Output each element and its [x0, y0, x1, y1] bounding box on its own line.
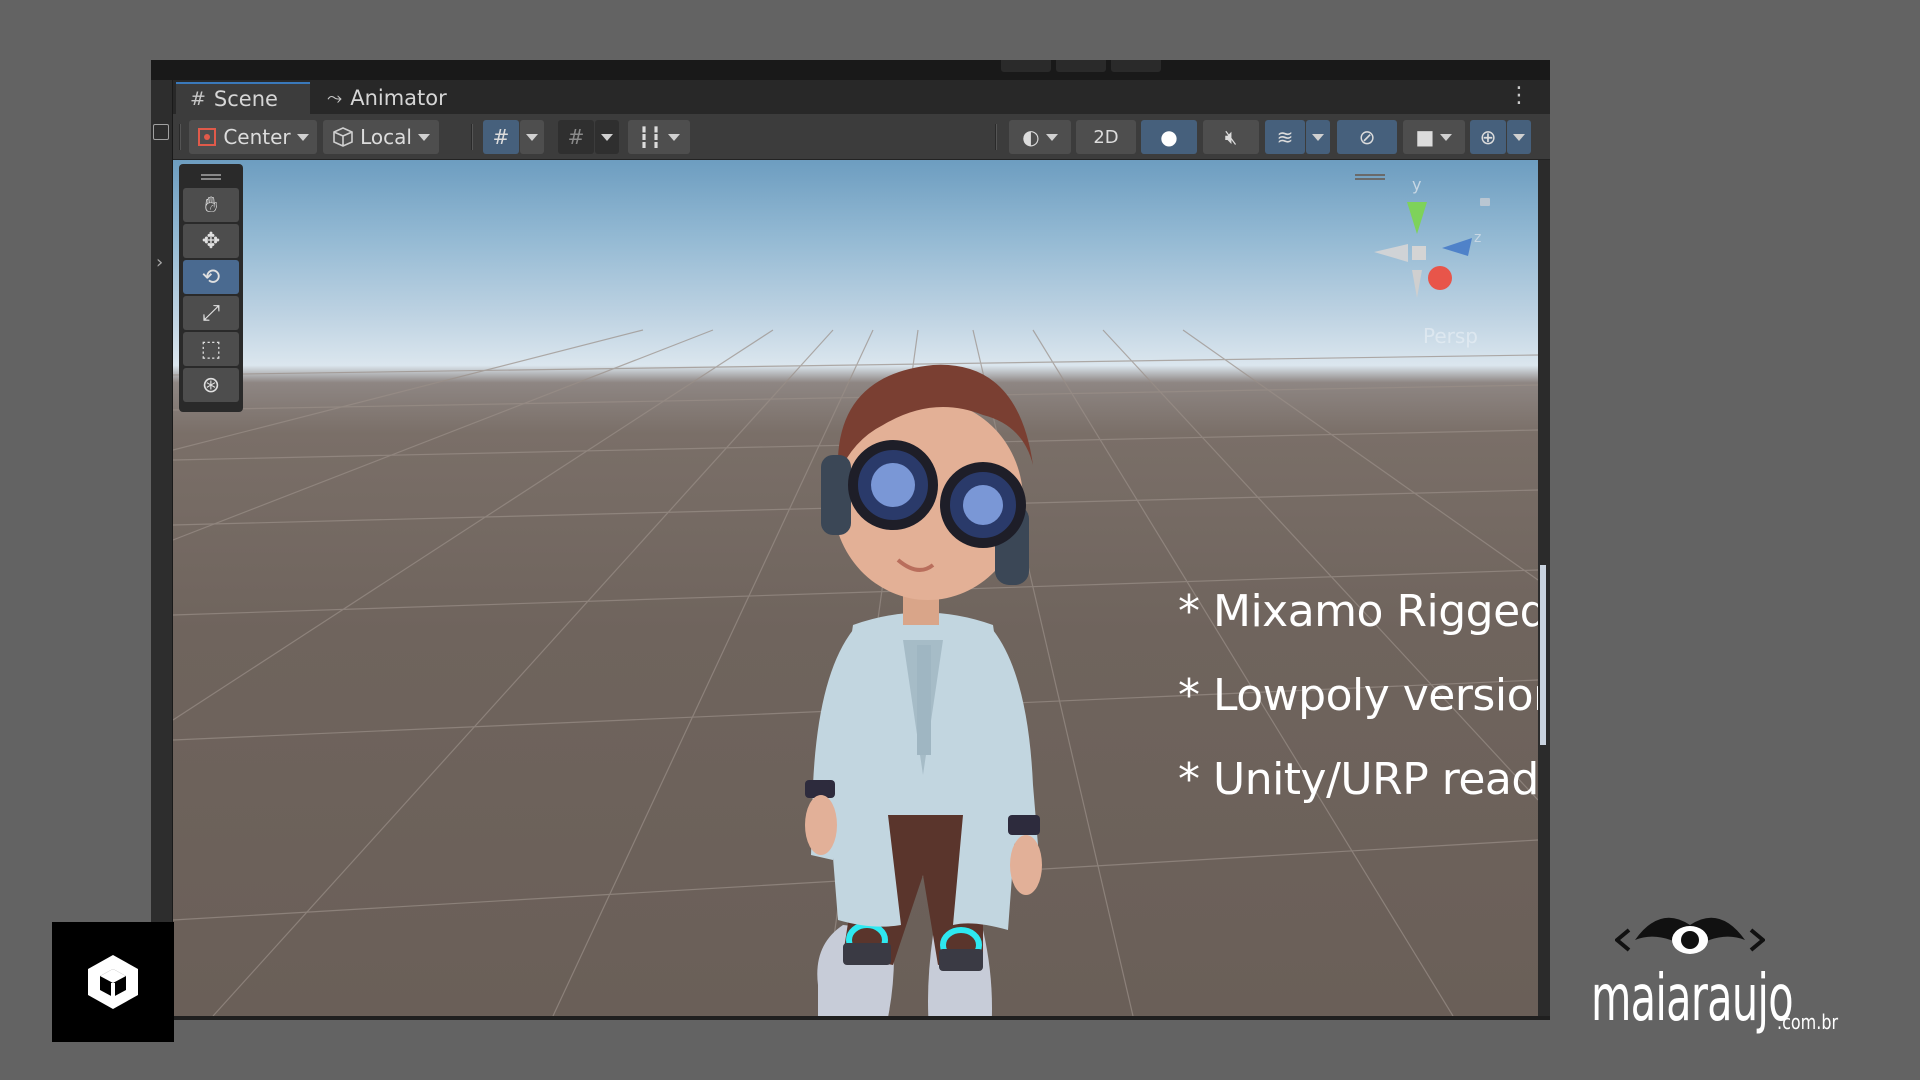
tab-scene[interactable]: # Scene [176, 82, 310, 114]
grid-snap-dropdown[interactable] [520, 120, 544, 154]
light-bulb-icon: ● [1160, 125, 1178, 149]
chevron-down-icon [1440, 133, 1453, 141]
rect-tool-icon[interactable]: ⬚ [183, 332, 239, 366]
chevron-down-icon [668, 133, 681, 141]
chevron-down-icon [526, 133, 538, 141]
tab-label: Animator [350, 86, 447, 110]
layers-icon: ≋ [1276, 125, 1294, 149]
camera-icon: ■ [1415, 125, 1435, 149]
scene-toolbar: Center Local # # ┇┇ ◐ 2D ● 🔇︎ ≋ ⊘ ■ ⊕ [173, 114, 1550, 160]
gizmos-dropdown[interactable] [1507, 120, 1531, 154]
feature-item: * Unity/URP ready [1178, 754, 1538, 805]
left-rail: › [151, 80, 173, 1020]
ruler-icon: ┇┇ [637, 125, 663, 149]
bat-mark-icon [1615, 917, 1765, 954]
gizmo-y-neg-cone[interactable] [1412, 270, 1422, 298]
tab-bar: # Scene ⤳ Animator ⋮ [173, 80, 1550, 114]
camera-projection-label[interactable]: Persp [1423, 324, 1478, 348]
toolbar-separator [471, 124, 473, 150]
transform-tool-icon[interactable]: ⊛ [183, 368, 239, 402]
move-tool-icon[interactable]: ✥ [183, 224, 239, 258]
space-dropdown[interactable]: Local [323, 120, 439, 154]
unity-logo [52, 922, 174, 1042]
chevron-down-icon [601, 133, 613, 141]
brand-logo: maiaraujo .com.br [1585, 900, 1885, 1050]
scene-viewport[interactable]: ✋︎ ✥ ⟲ ⤢ ⬚ ⊛ y z Persp * Mixamo Rigged *… [173, 160, 1538, 1016]
pivot-icon [198, 128, 217, 146]
unity-cube-icon [88, 955, 138, 1009]
character-model [805, 364, 1042, 1016]
gizmo-z-label: z [1474, 230, 1481, 246]
space-label: Local [360, 125, 412, 149]
camera-dropdown[interactable]: ■ [1403, 120, 1465, 154]
gizmo-x-neg-cone[interactable] [1374, 244, 1408, 262]
chevron-down-icon [1045, 133, 1058, 141]
2d-label: 2D [1093, 126, 1119, 148]
hand-tool-icon[interactable]: ✋︎ [183, 188, 239, 222]
palette-grip[interactable] [201, 174, 221, 180]
play-controls-strip [151, 60, 1550, 80]
expand-arrow-icon[interactable]: › [156, 252, 163, 273]
more-options-icon[interactable]: ⋮ [1508, 85, 1530, 107]
effects-dropdown[interactable] [1306, 120, 1330, 154]
speaker-muted-icon: 🔇︎ [1224, 125, 1238, 149]
gizmo-y-label: y [1412, 175, 1421, 194]
gizmo-z-cone[interactable] [1442, 238, 1472, 256]
visibility-toggle-button[interactable]: ⊘ [1337, 120, 1397, 154]
lighting-toggle-button[interactable]: ● [1141, 120, 1197, 154]
tab-label: Scene [213, 87, 278, 111]
shading-mode-dropdown[interactable]: ◐ [1009, 120, 1071, 154]
step-button[interactable] [1111, 60, 1161, 72]
increment-snap-icon: # [567, 125, 585, 149]
shading-sphere-icon: ◐ [1022, 125, 1040, 149]
cube-icon [333, 127, 353, 147]
grid-snap-icon: # [492, 125, 510, 149]
effects-toggle-button[interactable]: ≋ [1265, 120, 1305, 154]
unity-editor-window: › # Scene ⤳ Animator ⋮ Center Local # # … [151, 60, 1550, 1020]
orientation-gizmo[interactable]: y z [1372, 170, 1502, 320]
pivot-label: Center [223, 125, 291, 149]
feature-item: * Lowpoly version; [1178, 670, 1538, 721]
2d-toggle-button[interactable]: 2D [1076, 120, 1136, 154]
toolbar-separator [995, 124, 997, 150]
brand-name: maiaraujo [1591, 962, 1794, 1036]
gizmo-x-cone[interactable] [1428, 266, 1452, 290]
pause-button[interactable] [1056, 60, 1106, 72]
chevron-down-icon [1312, 133, 1324, 141]
play-button[interactable] [1001, 60, 1051, 72]
lock-icon[interactable] [1480, 198, 1490, 206]
increment-snap-button[interactable]: # [558, 120, 594, 154]
brand-domain: .com.br [1777, 1010, 1839, 1034]
audio-toggle-button[interactable]: 🔇︎ [1203, 120, 1259, 154]
tool-palette: ✋︎ ✥ ⟲ ⤢ ⬚ ⊛ [179, 164, 243, 412]
gizmo-y-cone[interactable] [1407, 202, 1427, 234]
tab-animator[interactable]: ⤳ Animator [313, 82, 461, 114]
grid-icon: # [190, 88, 206, 110]
viewport-scrollbar-thumb[interactable] [1540, 565, 1546, 745]
animator-icon: ⤳ [327, 87, 343, 109]
chevron-down-icon [296, 133, 309, 141]
feature-list: * Mixamo Rigged version; * Lowpoly versi… [1178, 570, 1538, 822]
panel-icon[interactable] [153, 124, 169, 140]
feature-item: * Mixamo Rigged version; [1178, 586, 1538, 637]
pivot-dropdown[interactable]: Center [189, 120, 317, 154]
grid-snap-button[interactable]: # [483, 120, 519, 154]
increment-snap-dropdown[interactable] [595, 120, 619, 154]
toolbar-separator [179, 124, 181, 150]
gizmo-icon: ⊕ [1479, 125, 1497, 149]
rotate-tool-icon[interactable]: ⟲ [183, 260, 239, 294]
chevron-down-icon [417, 133, 430, 141]
chevron-down-icon [1513, 133, 1525, 141]
gizmo-center[interactable] [1412, 246, 1426, 260]
gizmos-button[interactable]: ⊕ [1470, 120, 1506, 154]
scale-tool-icon[interactable]: ⤢ [183, 296, 239, 330]
eye-off-icon: ⊘ [1358, 125, 1376, 149]
viewport-scrollbar-track [1538, 160, 1550, 1016]
ruler-button[interactable]: ┇┇ [628, 120, 690, 154]
